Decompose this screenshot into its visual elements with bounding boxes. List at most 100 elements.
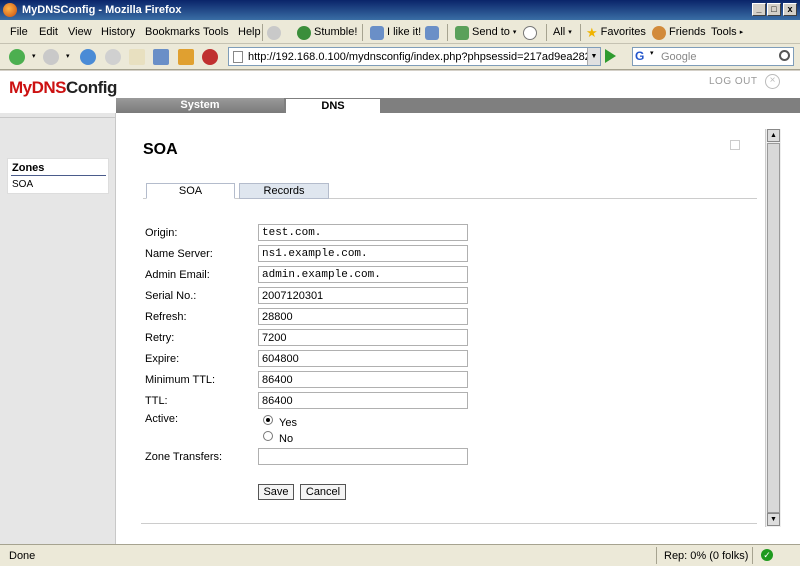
engine-dropdown-icon[interactable]: ▾: [650, 49, 654, 57]
name-server-label: Name Server:: [145, 248, 213, 260]
forward-history-dropdown[interactable]: ▾: [66, 52, 70, 60]
send-to-button[interactable]: Send to ▾: [455, 24, 516, 41]
navigation-bar: ▾ ▾ http://192.168.0.100/mydnsconfig/ind…: [0, 44, 800, 70]
menu-edit[interactable]: Edit: [39, 26, 58, 38]
menu-help[interactable]: Help: [238, 26, 261, 38]
toolbar-tools-label: Tools: [711, 26, 737, 38]
refresh-label: Refresh:: [145, 311, 187, 323]
main-tab-bar: System DNS: [116, 98, 800, 113]
status-text: Done: [9, 550, 36, 562]
close-window-button[interactable]: x: [783, 3, 797, 16]
bookmark-icon[interactable]: [153, 49, 169, 65]
retry-label: Retry:: [145, 332, 175, 344]
tab-system[interactable]: System: [116, 98, 284, 113]
url-dropdown-icon[interactable]: ▼: [587, 48, 600, 65]
logout-link[interactable]: LOG OUT: [709, 76, 758, 87]
minimum-ttl-label: Minimum TTL:: [145, 374, 216, 386]
friends-label: Friends: [669, 26, 706, 38]
admin-email-field[interactable]: admin.example.com.: [258, 266, 468, 283]
gear-icon: [267, 25, 281, 40]
origin-field[interactable]: test.com.: [258, 224, 468, 241]
search-icon[interactable]: [779, 50, 790, 61]
active-yes-radio[interactable]: [263, 415, 273, 425]
close-circle-icon[interactable]: ×: [765, 74, 780, 89]
minimum-ttl-field[interactable]: 86400: [258, 371, 468, 388]
thumbs-down-button[interactable]: [425, 24, 439, 41]
active-yes-label[interactable]: Yes: [279, 417, 297, 429]
minimize-button[interactable]: _: [752, 3, 766, 16]
google-engine-icon[interactable]: G: [635, 49, 649, 64]
all-dropdown[interactable]: All ▾: [553, 24, 572, 41]
cancel-button[interactable]: Cancel: [300, 484, 346, 500]
zone-transfers-label: Zone Transfers:: [145, 451, 223, 463]
scroll-up-icon[interactable]: ▲: [767, 129, 780, 142]
page-content: MyDNSConfig LOG OUT × System DNS Zones S…: [0, 71, 800, 544]
maximize-button[interactable]: □: [767, 3, 781, 16]
sidebar-divider: [0, 117, 116, 118]
favorites-button[interactable]: ★ Favorites: [586, 24, 646, 41]
expire-field[interactable]: 604800: [258, 350, 468, 367]
content-divider: [141, 523, 757, 524]
status-divider: [656, 547, 657, 564]
serial-field[interactable]: 2007120301: [258, 287, 468, 304]
menu-history[interactable]: History: [101, 26, 135, 38]
toolbar-separator: [362, 24, 363, 41]
zone-transfers-field[interactable]: [258, 448, 468, 465]
menu-bookmarks[interactable]: Bookmarks: [145, 26, 200, 38]
dropdown-arrow-icon: ▾: [568, 29, 572, 36]
send-icon: [455, 25, 469, 40]
toolbar-tools-button[interactable]: Tools ▸: [711, 24, 743, 41]
window-title-bar: MyDNSConfig - Mozilla Firefox _ □ x: [0, 0, 800, 20]
active-label: Active:: [145, 413, 179, 425]
friends-button[interactable]: Friends: [652, 24, 706, 41]
zones-heading: Zones: [12, 162, 45, 174]
url-text[interactable]: http://192.168.0.100/mydnsconfig/index.p…: [248, 51, 588, 63]
subtab-records[interactable]: Records: [239, 183, 329, 199]
logo-my: My: [9, 78, 32, 97]
addon-icon[interactable]: [178, 49, 194, 65]
ttl-field[interactable]: 86400: [258, 392, 468, 409]
abp-icon[interactable]: [202, 49, 218, 65]
status-divider: [752, 547, 753, 564]
help-checkbox[interactable]: [730, 140, 740, 150]
stumble-button[interactable]: Stumble!: [297, 24, 357, 41]
forward-arrow-icon[interactable]: [43, 49, 59, 65]
menu-view[interactable]: View: [68, 26, 92, 38]
address-bar[interactable]: http://192.168.0.100/mydnsconfig/index.p…: [228, 47, 601, 66]
go-arrow-icon[interactable]: [605, 49, 616, 63]
i-like-it-button[interactable]: I like it!: [370, 24, 421, 41]
menu-tools[interactable]: Tools: [203, 26, 229, 38]
search-placeholder[interactable]: Google: [661, 51, 696, 63]
save-button[interactable]: Save: [258, 484, 294, 500]
origin-label: Origin:: [145, 227, 178, 239]
stumble-label: Stumble!: [314, 26, 358, 38]
vertical-scrollbar[interactable]: ▲ ▼: [765, 129, 781, 527]
scroll-thumb[interactable]: [767, 143, 780, 513]
home-icon[interactable]: [129, 49, 145, 65]
active-no-label[interactable]: No: [279, 433, 293, 445]
toolbar-separator: [580, 24, 581, 41]
tab-dns[interactable]: DNS: [285, 98, 381, 113]
search-box[interactable]: G ▾ Google: [632, 47, 794, 66]
back-history-dropdown[interactable]: ▾: [32, 52, 36, 60]
scroll-down-icon[interactable]: ▼: [767, 513, 780, 526]
subtab-soa[interactable]: SOA: [146, 183, 235, 199]
page-icon: [233, 51, 243, 63]
app-logo: MyDNSConfig: [9, 78, 117, 98]
friends-icon: [652, 25, 666, 40]
stumble-settings-button[interactable]: [267, 24, 281, 41]
check-icon[interactable]: ✓: [761, 549, 773, 561]
chat-button[interactable]: [523, 24, 537, 41]
stop-icon[interactable]: [105, 49, 121, 65]
sidebar-item-soa[interactable]: SOA: [12, 179, 33, 190]
all-label: All: [553, 26, 566, 38]
send-to-label: Send to: [472, 26, 510, 38]
rep-status[interactable]: Rep: 0% (0 folks): [664, 550, 748, 562]
refresh-field[interactable]: 28800: [258, 308, 468, 325]
active-no-radio[interactable]: [263, 431, 273, 441]
back-arrow-icon[interactable]: [9, 49, 25, 65]
name-server-field[interactable]: ns1.example.com.: [258, 245, 468, 262]
menu-file[interactable]: File: [10, 26, 28, 38]
reload-icon[interactable]: [80, 49, 96, 65]
retry-field[interactable]: 7200: [258, 329, 468, 346]
